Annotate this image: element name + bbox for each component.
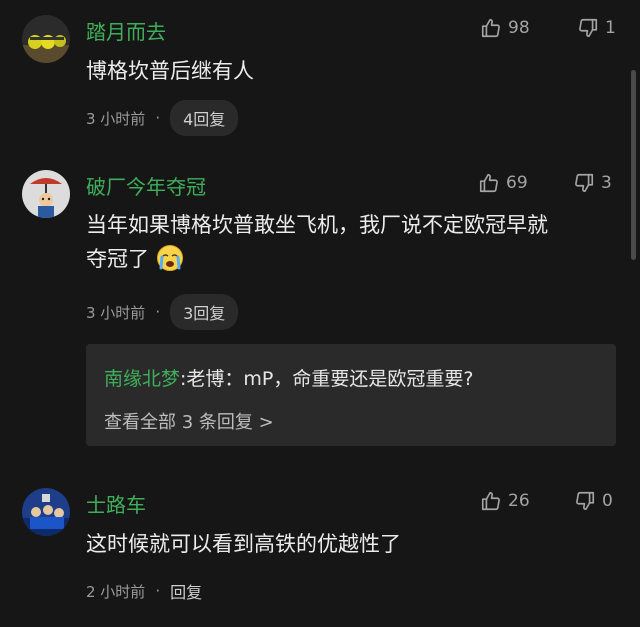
sub-reply-username[interactable]: 南缘北梦 [104, 368, 180, 390]
thumbs-up-icon [481, 18, 500, 38]
view-all-replies-link[interactable]: 查看全部 3 条回复 > [104, 408, 274, 434]
sub-reply-box[interactable]: 南缘北梦:老博：mP，命重要还是欧冠重要? 查看全部 3 条回复 > [86, 344, 616, 446]
comment-text: 博格坎普后继有人 [86, 59, 254, 83]
like-button[interactable]: 98 [480, 17, 530, 39]
thumbs-down-icon [576, 491, 595, 511]
reply-count-button[interactable]: 4回复 [170, 100, 239, 136]
dislike-button[interactable]: 1 [577, 17, 616, 39]
comment-meta: 3 小时前 · 3回复 [86, 294, 239, 330]
dislike-button[interactable]: 3 [573, 172, 612, 194]
timestamp: 3 小时前 [86, 303, 146, 322]
scrollbar[interactable] [631, 70, 636, 260]
thumbs-up-icon [479, 173, 498, 193]
avatar[interactable] [22, 15, 70, 63]
username[interactable]: 破厂今年夺冠 [86, 171, 206, 200]
dislike-count: 1 [605, 18, 616, 38]
like-count: 26 [508, 491, 530, 511]
username[interactable]: 踏月而去 [86, 16, 166, 45]
username[interactable]: 士路车 [86, 489, 146, 518]
avatar[interactable] [22, 170, 70, 218]
sub-reply-text: 老博：mP，命重要还是欧冠重要? [186, 368, 474, 390]
thumbs-down-icon [575, 173, 594, 193]
comment-text-line: 当年如果博格坎普敢坐飞机，我厂说不定欧冠早就 [86, 213, 548, 237]
like-button[interactable]: 69 [478, 172, 528, 194]
thumbs-up-icon [481, 491, 500, 511]
timestamp: 2 小时前 [86, 582, 146, 601]
separator-dot: · [155, 109, 161, 127]
separator-dot: · [155, 303, 161, 321]
comment-text-line-content: 夺冠了 [86, 247, 149, 271]
thumbs-down-icon [579, 18, 598, 38]
comment-text: 当年如果博格坎普敢坐飞机，我厂说不定欧冠早就 夺冠了 [86, 208, 610, 276]
comment-meta: 3 小时前 · 4回复 [86, 100, 239, 136]
sub-reply: 南缘北梦:老博：mP，命重要还是欧冠重要? [104, 364, 473, 391]
timestamp: 3 小时前 [86, 109, 146, 128]
like-count: 69 [506, 173, 528, 193]
avatar[interactable] [22, 488, 70, 536]
dislike-button[interactable]: 0 [574, 490, 613, 512]
reply-button[interactable]: 回复 [170, 579, 202, 603]
dislike-count: 3 [601, 173, 612, 193]
comment-meta: 2 小时前 · 回复 [86, 579, 202, 603]
comment-text: 这时候就可以看到高铁的优越性了 [86, 532, 401, 556]
dislike-count: 0 [602, 491, 613, 511]
reply-count-button[interactable]: 3回复 [170, 294, 239, 330]
like-count: 98 [508, 18, 530, 38]
comment-text-line: 夺冠了 [86, 242, 610, 276]
separator-dot: · [155, 582, 161, 600]
like-button[interactable]: 26 [480, 490, 530, 512]
crying-emoji-icon [156, 244, 184, 272]
